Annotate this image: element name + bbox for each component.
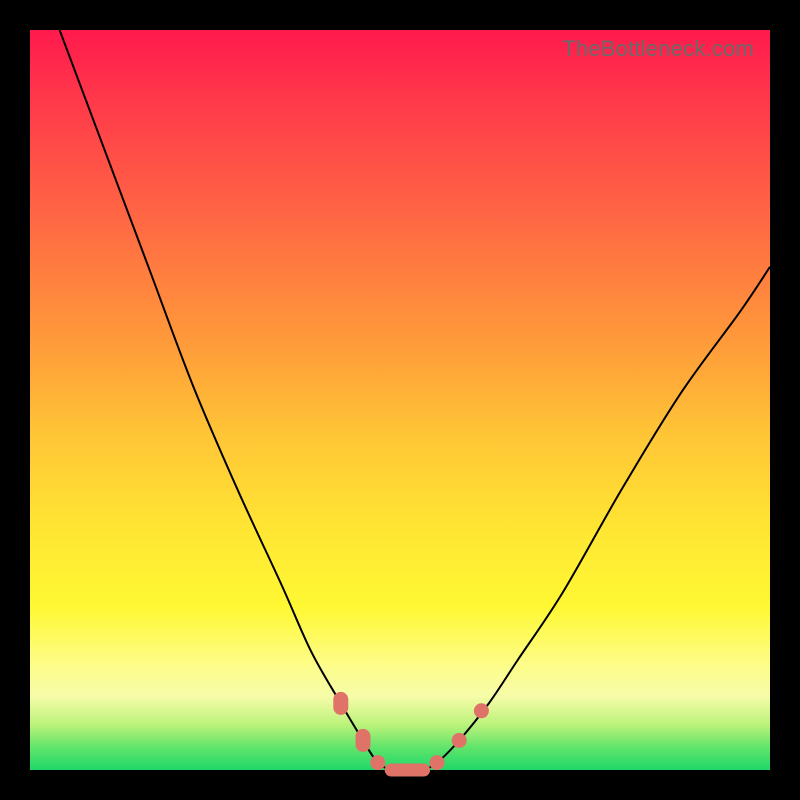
curve-marker — [371, 756, 385, 770]
curve-svg — [30, 30, 770, 770]
chart-frame: TheBottleneck.com — [0, 0, 800, 800]
curve-marker — [430, 756, 444, 770]
curve-marker — [334, 692, 348, 714]
curve-marker — [385, 764, 429, 776]
plot-area: TheBottleneck.com — [30, 30, 770, 770]
curve-marker — [356, 729, 370, 751]
bottleneck-curve — [60, 30, 770, 771]
curve-marker — [452, 733, 466, 747]
curve-marker — [474, 704, 488, 718]
